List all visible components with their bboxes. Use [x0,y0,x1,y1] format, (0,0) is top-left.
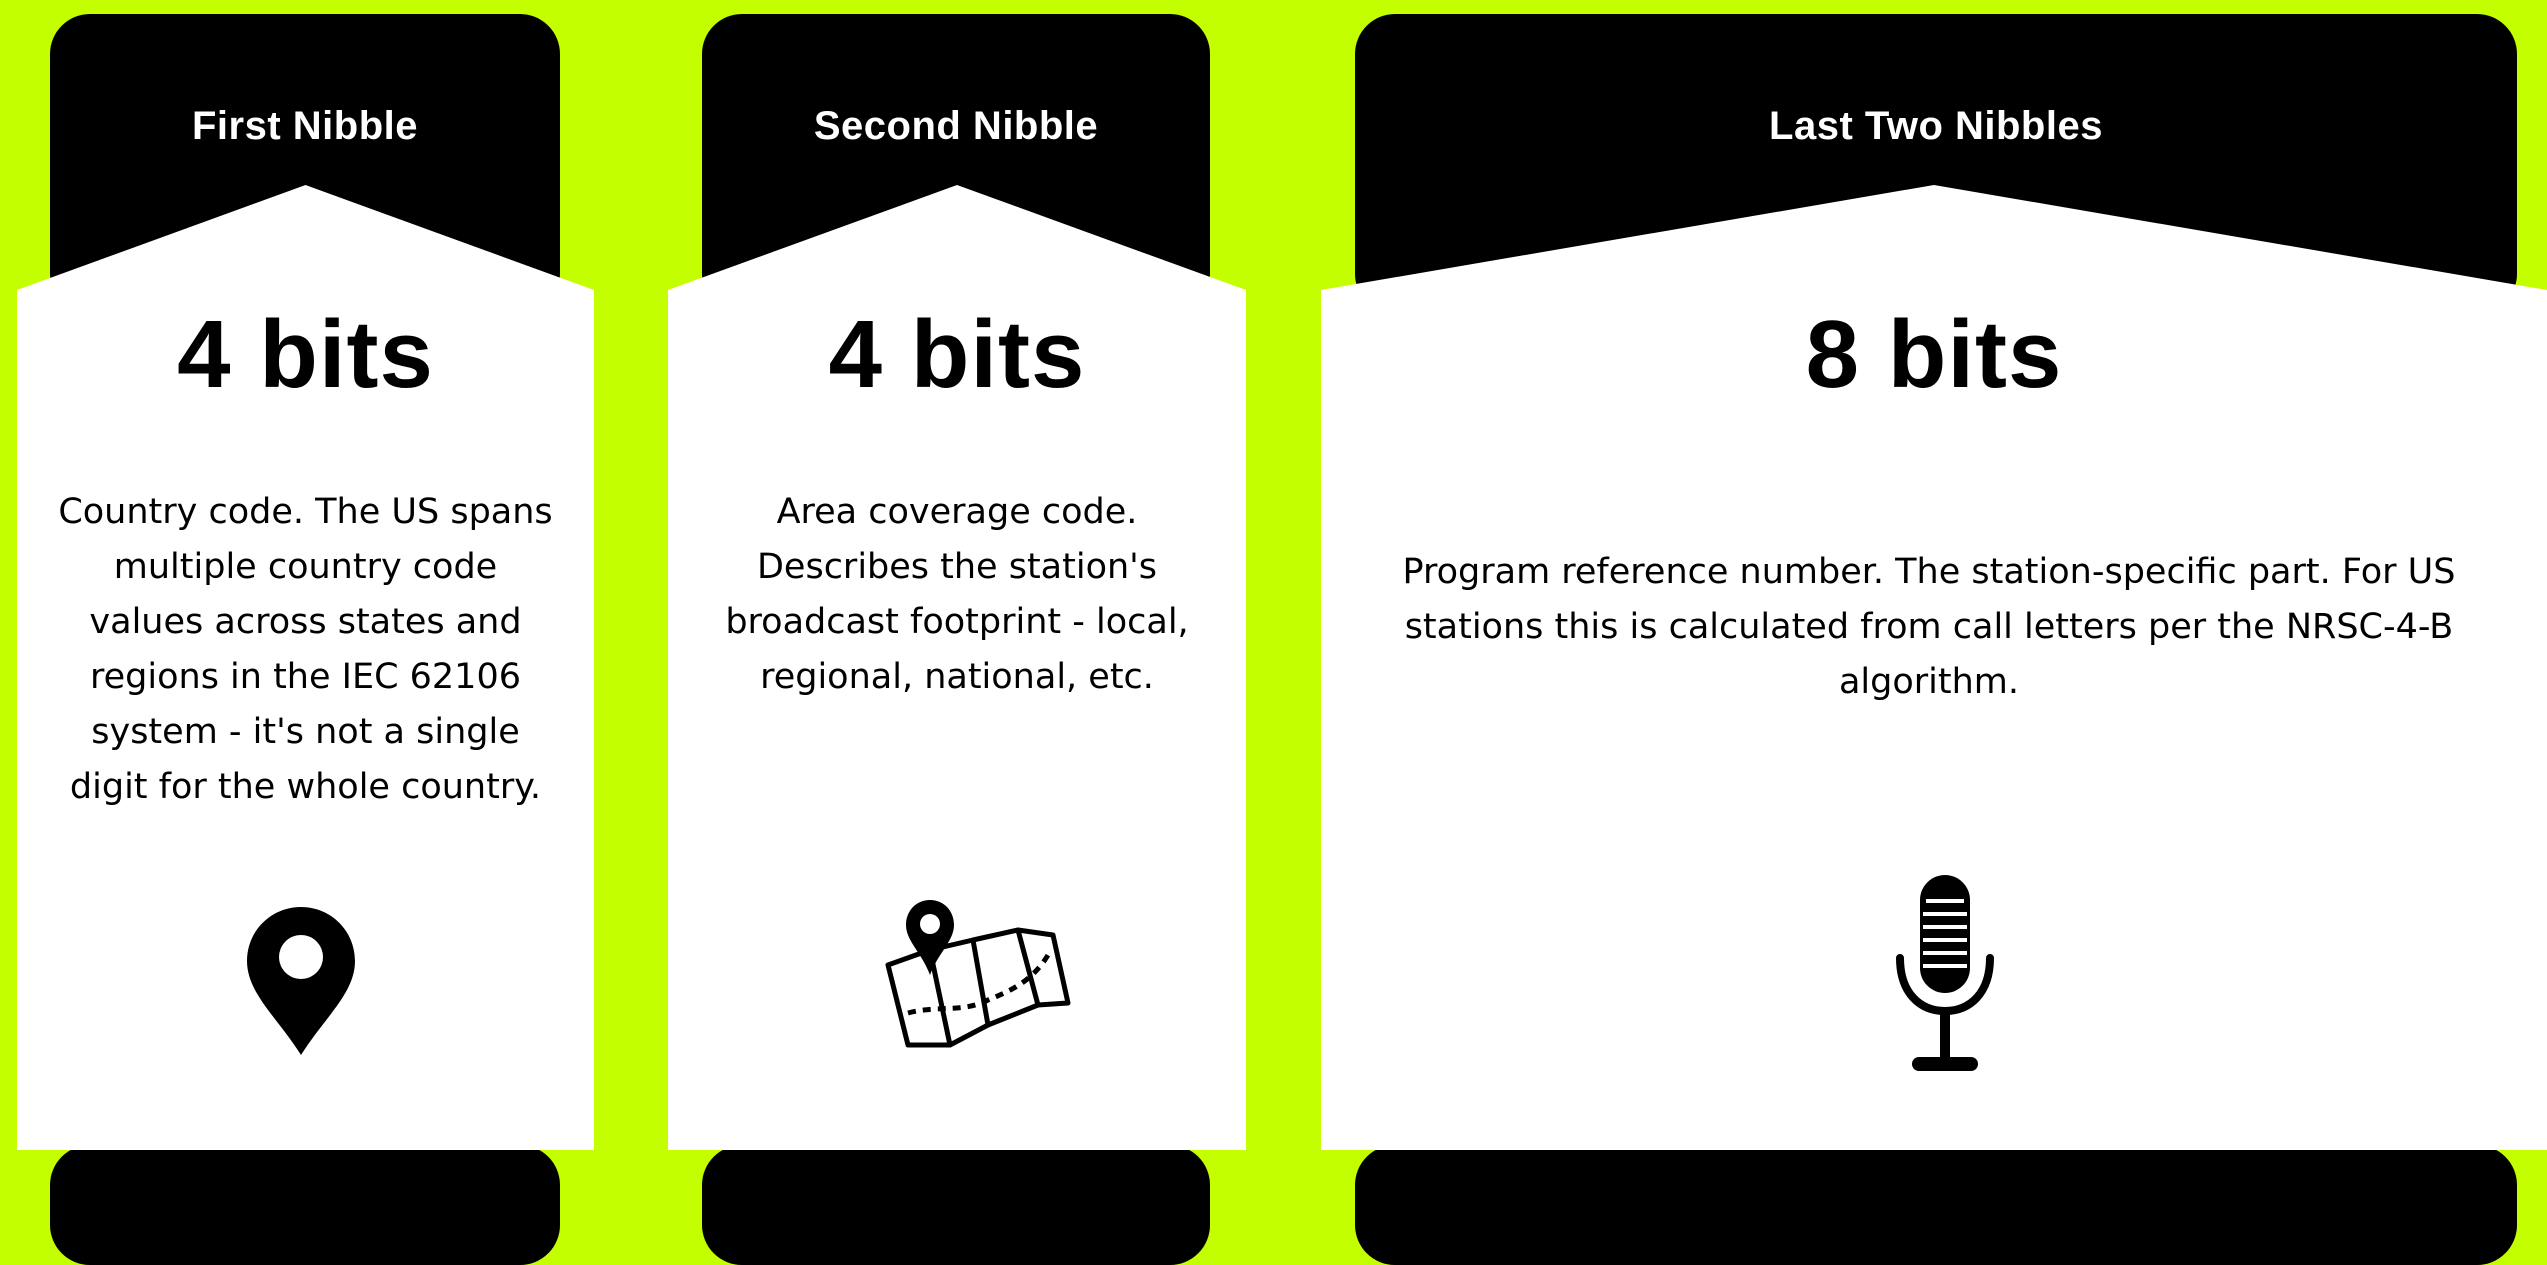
card-3-bits: 8 bits [1805,301,2063,408]
card-2-content: 4 bits Area coverage code. Describes the… [668,0,1246,1207]
card-1-bits: 4 bits [177,301,434,408]
card-2-description: Area coverage code. Describes the statio… [725,492,1189,697]
card-3-description: Program reference number. The station-sp… [1402,552,2456,702]
card-1-content: 4 bits Country code. The US spans multip… [17,0,594,1207]
map-icon [878,895,1078,1055]
card-1-description: Country code. The US spans multiple coun… [58,492,553,807]
location-pin-icon [245,905,357,1057]
card-2-bits: 4 bits [828,301,1086,408]
microphone-icon [1890,873,2000,1078]
card-3-content: 8 bits Program reference number. The sta… [1321,0,2547,1207]
